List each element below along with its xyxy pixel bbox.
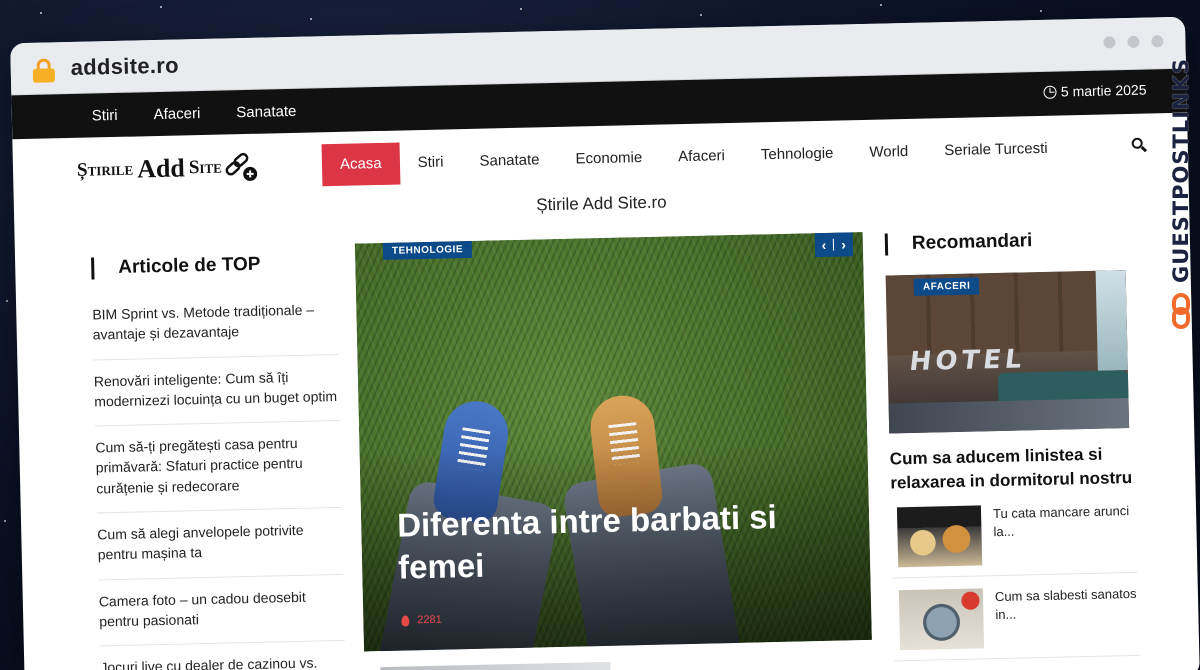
window-dot-icon[interactable] bbox=[1127, 35, 1140, 48]
list-item[interactable]: Renovări inteligente: Cum să îți moderni… bbox=[93, 354, 340, 427]
clock-icon bbox=[1043, 85, 1058, 99]
chain-link-icon bbox=[1170, 292, 1192, 331]
watermark-text: GUESTPOSTLINKS bbox=[1169, 58, 1193, 283]
category-badge[interactable]: AFACERI bbox=[913, 277, 980, 296]
date-text: 5 martie 2025 bbox=[1060, 81, 1147, 100]
current-date: 5 martie 2025 bbox=[1043, 81, 1147, 100]
food-thumbnail bbox=[896, 505, 983, 567]
top-articles-title: Articole de TOP bbox=[91, 252, 336, 280]
list-item-title: Cum sa slabesti sanatos in... bbox=[994, 585, 1137, 623]
logo-word-1: Știrile bbox=[76, 158, 134, 181]
list-item[interactable]: Cum sa slabesti sanatos in... bbox=[892, 572, 1140, 662]
window-dot-icon[interactable] bbox=[1151, 35, 1164, 48]
top-articles-list: BIM Sprint vs. Metode tradiționale – ava… bbox=[91, 287, 346, 670]
nav-item-acasa[interactable]: Acasa bbox=[321, 142, 401, 187]
search-icon[interactable] bbox=[1131, 137, 1148, 154]
featured-image[interactable]: HOTEL AFACERI bbox=[885, 270, 1130, 434]
chevron-left-icon[interactable]: ‹ bbox=[814, 233, 833, 257]
recommendations-sidebar: Recomandari HOTEL AFACERI Cum sa aducem … bbox=[885, 228, 1140, 662]
scale-thumbnail bbox=[898, 587, 985, 650]
site-logo[interactable]: Știrile Add Site bbox=[77, 150, 323, 186]
featured-title[interactable]: Cum sa aducem linistea si relaxarea in d… bbox=[890, 442, 1136, 495]
list-item[interactable]: Tu cata mancare arunci la... bbox=[890, 489, 1138, 579]
fire-icon bbox=[401, 614, 410, 627]
topbar-link-sanatate[interactable]: Sanatate bbox=[236, 102, 296, 120]
watermark: GUESTPOSTLINKS bbox=[1164, 58, 1198, 358]
view-count: 2281 bbox=[401, 614, 442, 627]
nav-item-world[interactable]: World bbox=[851, 131, 927, 175]
nav-item-seriale-turcesti[interactable]: Seriale Turcesti bbox=[926, 127, 1066, 172]
main-content: Articole de TOP BIM Sprint vs. Metode tr… bbox=[15, 217, 1199, 670]
top-articles-sidebar: Articole de TOP BIM Sprint vs. Metode tr… bbox=[91, 252, 346, 670]
logo-word-3: Site bbox=[188, 156, 223, 179]
nav-item-sanatate[interactable]: Sanatate bbox=[461, 139, 558, 183]
topbar-link-afaceri[interactable]: Afaceri bbox=[153, 105, 200, 123]
window-dot-icon[interactable] bbox=[1103, 36, 1116, 49]
list-item[interactable]: Camera foto – un cadou deosebit pentru p… bbox=[98, 574, 345, 647]
topbar-link-stiri[interactable]: Stiri bbox=[92, 106, 118, 124]
nav-item-afaceri[interactable]: Afaceri bbox=[660, 135, 744, 179]
hotel-sign: HOTEL bbox=[907, 344, 1028, 378]
nav-item-economie[interactable]: Economie bbox=[557, 137, 661, 181]
lock-icon bbox=[32, 57, 56, 83]
nav-item-tehnologie[interactable]: Tehnologie bbox=[742, 132, 851, 176]
recommendations-title: Recomandari bbox=[885, 228, 1130, 256]
list-item[interactable]: Jocuri live cu dealer de cazinou vs. bbox=[99, 641, 346, 670]
browser-window: addsite.ro Stiri Afaceri Sanatate 5 mart… bbox=[10, 16, 1200, 670]
list-item-title: Tu cata mancare arunci la... bbox=[992, 502, 1130, 540]
hero-slider[interactable]: TEHNOLOGIE ‹ › Diferenta intre barbati s… bbox=[354, 232, 872, 652]
list-item[interactable]: Cum să alegi anvelopele potrivite pentru… bbox=[96, 508, 344, 581]
nav-item-stiri[interactable]: Stiri bbox=[399, 141, 462, 184]
list-item[interactable]: BIM Sprint vs. Metode tradiționale – ava… bbox=[91, 287, 339, 361]
next-article-thumbnail[interactable] bbox=[380, 661, 611, 670]
hero-title[interactable]: Diferenta intre barbati si femei bbox=[397, 495, 819, 589]
view-count-value: 2281 bbox=[417, 613, 442, 627]
address-bar-url[interactable]: addsite.ro bbox=[70, 52, 179, 80]
link-plus-icon bbox=[225, 152, 257, 181]
main-navigation: Acasa Stiri Sanatate Economie Afaceri Te… bbox=[321, 127, 1067, 187]
list-item[interactable]: Cum să-ți pregătești casa pentru primăva… bbox=[94, 421, 342, 514]
slider-arrows: ‹ › bbox=[814, 232, 854, 258]
chevron-right-icon[interactable]: › bbox=[834, 232, 853, 256]
window-controls bbox=[1103, 35, 1164, 49]
category-badge[interactable]: TEHNOLOGIE bbox=[382, 240, 473, 260]
logo-word-2: Add bbox=[136, 153, 186, 184]
